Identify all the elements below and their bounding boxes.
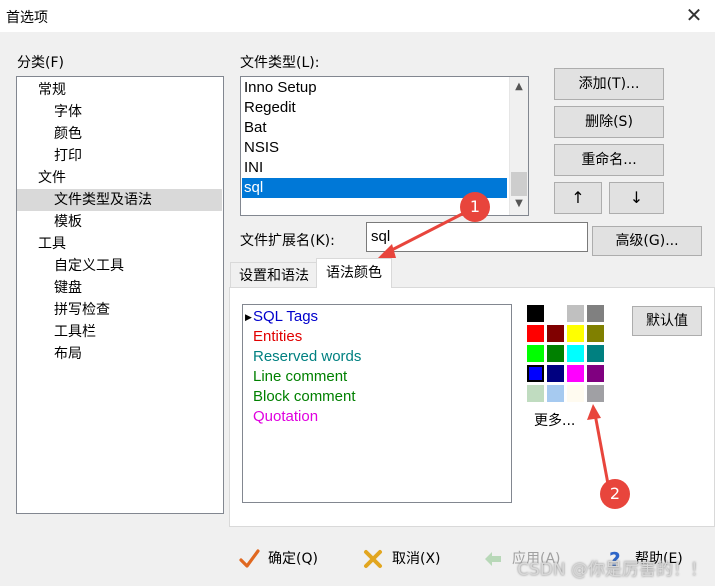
scroll-up-icon[interactable]: ▲ <box>510 78 528 96</box>
syntax-element-item[interactable]: Entities <box>253 327 302 347</box>
cancel-label: 取消(X) <box>392 551 441 567</box>
scroll-down-icon[interactable]: ▼ <box>510 195 528 213</box>
category-item[interactable]: 工具栏 <box>54 321 96 343</box>
title-bar <box>0 0 715 32</box>
color-swatch[interactable] <box>586 384 605 403</box>
advanced-button[interactable]: 高级(G)... <box>592 226 702 256</box>
category-item[interactable]: 打印 <box>54 145 82 167</box>
category-item[interactable]: 颜色 <box>54 123 82 145</box>
color-swatch[interactable] <box>586 304 605 323</box>
tab-settings-syntax[interactable]: 设置和语法 <box>230 262 318 288</box>
syntax-element-list[interactable]: ▶ SQL Tags Entities Reserved words Line com… <box>242 304 512 503</box>
file-type-item[interactable]: NSIS <box>242 138 507 158</box>
color-swatch[interactable] <box>586 364 605 383</box>
color-swatch[interactable] <box>546 344 565 363</box>
annotation-badge-2: 2 <box>600 479 630 509</box>
color-swatch[interactable] <box>586 324 605 343</box>
category-item[interactable]: 拼写检查 <box>54 299 110 321</box>
file-type-item[interactable]: Inno Setup <box>242 78 507 98</box>
category-item[interactable]: 模板 <box>54 211 82 233</box>
color-swatch[interactable] <box>566 324 585 343</box>
tab-syntax-colors[interactable]: 语法颜色 <box>316 258 392 288</box>
cancel-x-icon <box>364 550 382 568</box>
color-swatch[interactable] <box>566 344 585 363</box>
color-swatch[interactable] <box>546 364 565 383</box>
default-value-button[interactable]: 默认值 <box>632 306 702 336</box>
color-swatch[interactable] <box>546 384 565 403</box>
category-item[interactable]: 布局 <box>54 343 82 365</box>
category-item[interactable]: 文件类型及语法 <box>17 189 222 211</box>
add-button[interactable]: 添加(T)... <box>554 68 664 100</box>
category-item[interactable]: 文件 <box>38 167 66 189</box>
color-swatch[interactable] <box>526 324 545 343</box>
syntax-element-item[interactable]: Reserved words <box>253 347 361 367</box>
watermark: CSDN @你是厉害的！！ <box>517 560 707 580</box>
color-swatch[interactable] <box>526 364 545 383</box>
category-label: 分类(F) <box>17 55 64 71</box>
delete-button[interactable]: 删除(S) <box>554 106 664 138</box>
close-icon[interactable]: ✕ <box>683 4 705 26</box>
rename-button[interactable]: 重命名... <box>554 144 664 176</box>
file-type-scrollbar[interactable]: ▲ ▼ <box>509 77 528 215</box>
checkmark-icon <box>239 549 260 568</box>
window-title: 首选项 <box>6 10 48 26</box>
syntax-element-item[interactable]: SQL Tags <box>253 307 318 327</box>
file-type-item[interactable]: Regedit <box>242 98 507 118</box>
color-swatch[interactable] <box>526 384 545 403</box>
move-up-button[interactable]: ↑ <box>554 182 602 214</box>
color-swatch[interactable] <box>586 344 605 363</box>
syntax-element-item[interactable]: Block comment <box>253 387 356 407</box>
syntax-element-item[interactable]: Quotation <box>253 407 318 427</box>
file-type-list[interactable]: Inno Setup Regedit Bat NSIS INI sql ▲ ▼ <box>240 76 529 216</box>
move-down-button[interactable]: ↓ <box>609 182 664 214</box>
extension-input[interactable]: sql <box>366 222 588 252</box>
ok-label: 确定(Q) <box>268 551 318 567</box>
cancel-button[interactable]: 取消(X) <box>362 545 441 573</box>
category-item[interactable]: 键盘 <box>54 277 82 299</box>
color-swatch[interactable] <box>526 344 545 363</box>
category-item[interactable]: 工具 <box>38 233 66 255</box>
ok-button[interactable]: 确定(Q) <box>238 545 318 573</box>
file-type-label: 文件类型(L): <box>240 55 320 71</box>
color-swatch[interactable] <box>566 364 585 383</box>
selection-triangle-icon: ▶ <box>245 313 252 323</box>
category-item[interactable]: 自定义工具 <box>54 255 124 277</box>
color-swatch[interactable] <box>546 324 565 343</box>
scroll-thumb[interactable] <box>511 172 527 196</box>
extension-label: 文件扩展名(K): <box>240 233 335 249</box>
category-item[interactable]: 常规 <box>38 79 66 101</box>
color-palette[interactable] <box>525 303 607 405</box>
color-swatch[interactable] <box>546 304 565 323</box>
apply-arrow-icon <box>485 552 501 566</box>
annotation-badge-1: 1 <box>460 192 490 222</box>
color-swatch[interactable] <box>566 304 585 323</box>
category-item[interactable]: 字体 <box>54 101 82 123</box>
file-type-item[interactable]: INI <box>242 158 507 178</box>
syntax-element-item[interactable]: Line comment <box>253 367 347 387</box>
color-swatch[interactable] <box>526 304 545 323</box>
file-type-item[interactable]: Bat <box>242 118 507 138</box>
category-tree[interactable]: 常规 字体 颜色 打印 文件 文件类型及语法 模板 工具 自定义工具 键盘 拼写检查 工具栏 布局 <box>16 76 224 514</box>
color-swatch[interactable] <box>566 384 585 403</box>
more-colors-link[interactable]: 更多... <box>534 410 575 430</box>
